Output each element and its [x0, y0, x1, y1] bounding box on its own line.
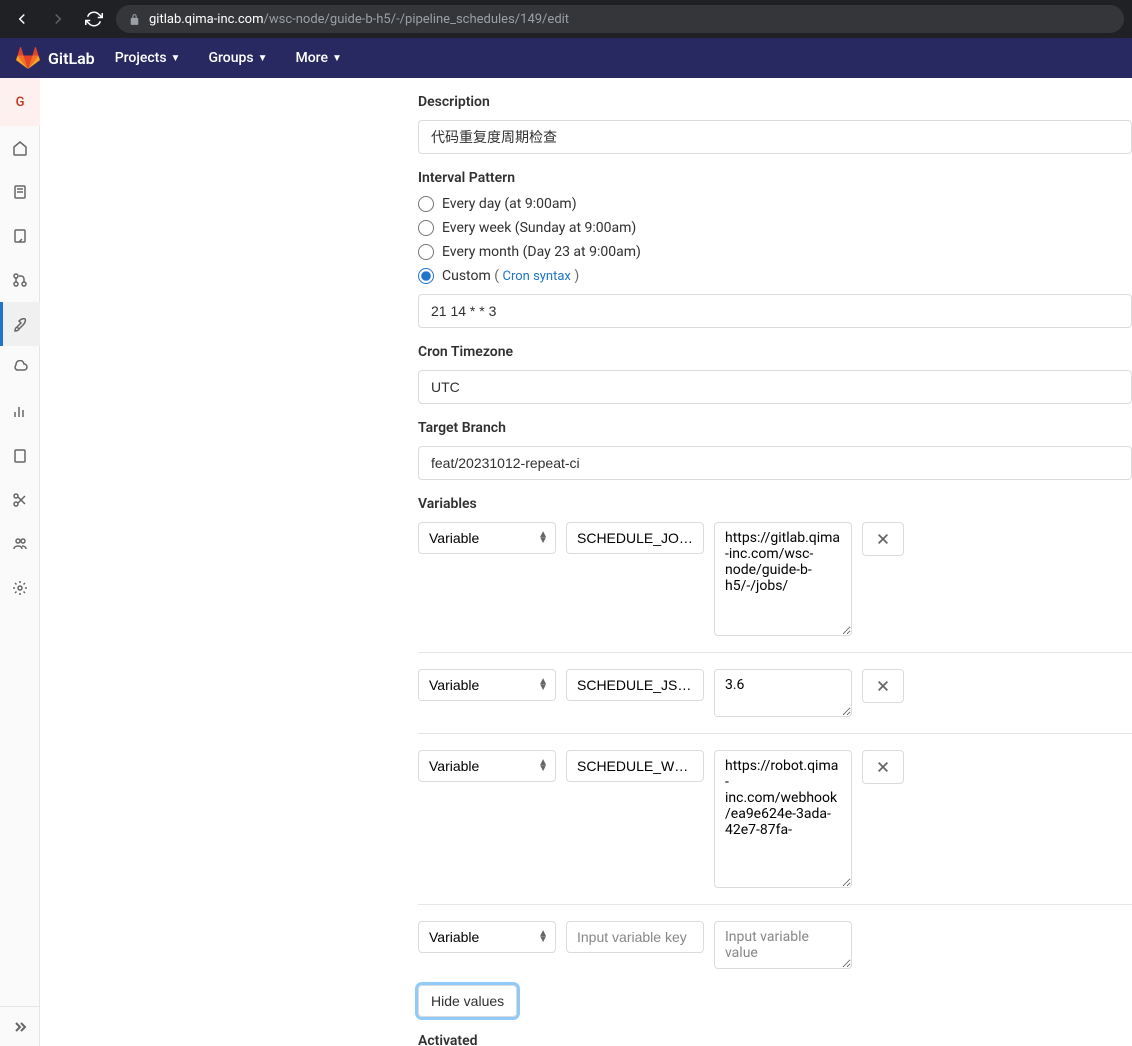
gitlab-header: GitLab Projects ▼ Groups ▼ More ▼	[0, 38, 1132, 78]
book-icon	[12, 448, 28, 464]
sidebar-item-merge-requests[interactable]	[0, 258, 40, 302]
browser-chrome: gitlab.qima-inc.com/wsc-node/guide-b-h5/…	[0, 0, 1132, 38]
radio-every-month-label[interactable]: Every month (Day 23 at 9:00am)	[442, 244, 641, 260]
url-text: gitlab.qima-inc.com/wsc-node/guide-b-h5/…	[149, 12, 569, 27]
variable-key-input[interactable]	[566, 750, 704, 782]
variable-row: Variable ▲▼ https://robot.qima-inc.com/w…	[418, 733, 1132, 904]
nav-more[interactable]: More ▼	[287, 50, 349, 66]
variable-type-select[interactable]: Variable	[418, 669, 556, 701]
sidebar-item-issues[interactable]	[0, 214, 40, 258]
rocket-icon	[12, 316, 28, 332]
chevron-down-icon: ▼	[171, 53, 181, 64]
file-icon	[12, 184, 28, 200]
sidebar-item-cicd[interactable]	[0, 302, 40, 346]
variable-type-select[interactable]: Variable	[418, 921, 556, 953]
browser-forward-button[interactable]	[44, 5, 72, 33]
radio-every-month[interactable]	[418, 244, 434, 260]
description-label: Description	[418, 94, 1132, 110]
sidebar-item-snippets[interactable]	[0, 478, 40, 522]
project-avatar-letter: G	[8, 90, 32, 114]
radio-custom[interactable]	[418, 268, 434, 284]
target-branch-label: Target Branch	[418, 420, 1132, 436]
main-content: Description Interval Pattern Every day (…	[40, 78, 1132, 1046]
merge-icon	[12, 272, 28, 288]
radio-every-day-label[interactable]: Every day (at 9:00am)	[442, 196, 577, 212]
variable-value-textarea[interactable]: https://robot.qima-inc.com/webhook/ea9e6…	[714, 750, 852, 888]
browser-reload-button[interactable]	[80, 5, 108, 33]
sidebar-item-home[interactable]	[0, 126, 40, 170]
close-icon	[876, 532, 890, 546]
sidebar-item-settings[interactable]	[0, 566, 40, 610]
variable-value-textarea[interactable]: https://gitlab.qima-inc.com/wsc-node/gui…	[714, 522, 852, 636]
variables-label: Variables	[418, 496, 1132, 512]
variable-key-input[interactable]	[566, 669, 704, 701]
chevron-down-icon: ▼	[258, 53, 268, 64]
address-bar[interactable]: gitlab.qima-inc.com/wsc-node/guide-b-h5/…	[116, 5, 1124, 33]
issues-icon	[12, 228, 28, 244]
variable-row-empty: Variable ▲▼	[418, 904, 1132, 985]
variable-type-select[interactable]: Variable	[418, 522, 556, 554]
remove-variable-button[interactable]	[862, 522, 904, 556]
close-icon	[876, 679, 890, 693]
sidebar-item-operations[interactable]	[0, 346, 40, 390]
radio-every-day[interactable]	[418, 196, 434, 212]
sidebar-item-repository[interactable]	[0, 170, 40, 214]
chevron-down-icon: ▼	[332, 53, 342, 64]
variable-value-textarea[interactable]: 3.6	[714, 669, 852, 717]
home-icon	[12, 140, 28, 156]
variable-row: Variable ▲▼ https://gitlab.qima-inc.com/…	[418, 522, 1132, 652]
variable-value-textarea[interactable]	[714, 921, 852, 969]
cron-timezone-input[interactable]	[418, 370, 1132, 404]
remove-variable-button[interactable]	[862, 669, 904, 703]
sidebar-toggle[interactable]	[0, 1006, 40, 1046]
sidebar-project-avatar[interactable]: G	[0, 78, 40, 126]
activated-label: Activated	[418, 1033, 1132, 1046]
radio-custom-label[interactable]: Custom ( Cron syntax )	[442, 268, 579, 284]
radio-every-week[interactable]	[418, 220, 434, 236]
users-icon	[12, 536, 28, 552]
target-branch-input[interactable]	[418, 446, 1132, 480]
interval-pattern-label: Interval Pattern	[418, 170, 1132, 186]
description-input[interactable]	[418, 120, 1132, 154]
nav-projects[interactable]: Projects ▼	[107, 50, 189, 66]
gitlab-icon	[16, 46, 40, 70]
expand-icon	[12, 1019, 28, 1035]
cron-timezone-label: Cron Timezone	[418, 344, 1132, 360]
gitlab-brand-text: GitLab	[48, 49, 95, 68]
variable-key-input[interactable]	[566, 522, 704, 554]
nav-groups[interactable]: Groups ▼	[200, 50, 275, 66]
radio-every-week-label[interactable]: Every week (Sunday at 9:00am)	[442, 220, 636, 236]
gitlab-logo[interactable]: GitLab	[16, 46, 95, 70]
variable-type-select[interactable]: Variable	[418, 750, 556, 782]
sidebar: G	[0, 78, 40, 1046]
scissors-icon	[12, 492, 28, 508]
sidebar-item-members[interactable]	[0, 522, 40, 566]
variable-key-input[interactable]	[566, 921, 704, 953]
close-icon	[876, 760, 890, 774]
hide-values-button[interactable]: Hide values	[418, 985, 517, 1017]
lock-icon	[128, 13, 141, 26]
variable-row: Variable ▲▼ 3.6	[418, 652, 1132, 733]
sidebar-item-analytics[interactable]	[0, 390, 40, 434]
cron-syntax-link[interactable]: Cron syntax	[503, 269, 571, 284]
chart-icon	[12, 404, 28, 420]
remove-variable-button[interactable]	[862, 750, 904, 784]
cloud-icon	[12, 360, 28, 376]
browser-back-button[interactable]	[8, 5, 36, 33]
sidebar-item-wiki[interactable]	[0, 434, 40, 478]
gear-icon	[12, 580, 28, 596]
cron-input[interactable]	[418, 294, 1132, 328]
